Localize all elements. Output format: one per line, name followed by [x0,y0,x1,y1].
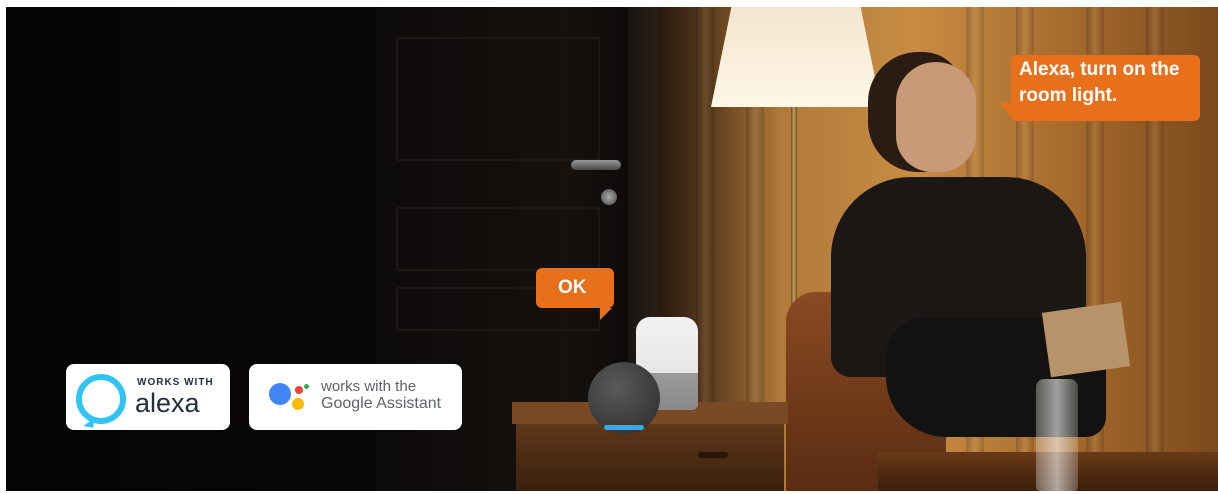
paper-bag [1041,301,1131,378]
echo-light-ring [604,425,644,430]
door-lock [601,189,617,205]
works-with-alexa-badge: WORKS WITH alexa [66,364,230,430]
glass-bottle [1036,379,1078,491]
user-speech-line-2: room light. [1019,85,1118,106]
user-speech-bubble: Alexa, turn on the room light. [1001,55,1200,121]
door-handle [571,160,621,170]
person-head [896,62,976,172]
alexa-works-with-label: WORKS WITH [137,377,214,388]
device-reply-bubble: OK [536,268,614,320]
google-assistant-label: Google Assistant [321,395,442,412]
works-with-google-assistant-badge: works with the Google Assistant [249,364,462,430]
hero-banner: Alexa, turn on the room light. OK WORKS … [6,7,1218,491]
floor-lamp-shade [711,7,881,107]
user-speech-line-1: Alexa, turn on the [1019,59,1180,80]
google-works-with-label: works with the [321,378,417,395]
alexa-name-label: alexa [135,388,200,418]
echo-dot-speaker [588,362,660,434]
alexa-logo-icon [76,374,126,424]
